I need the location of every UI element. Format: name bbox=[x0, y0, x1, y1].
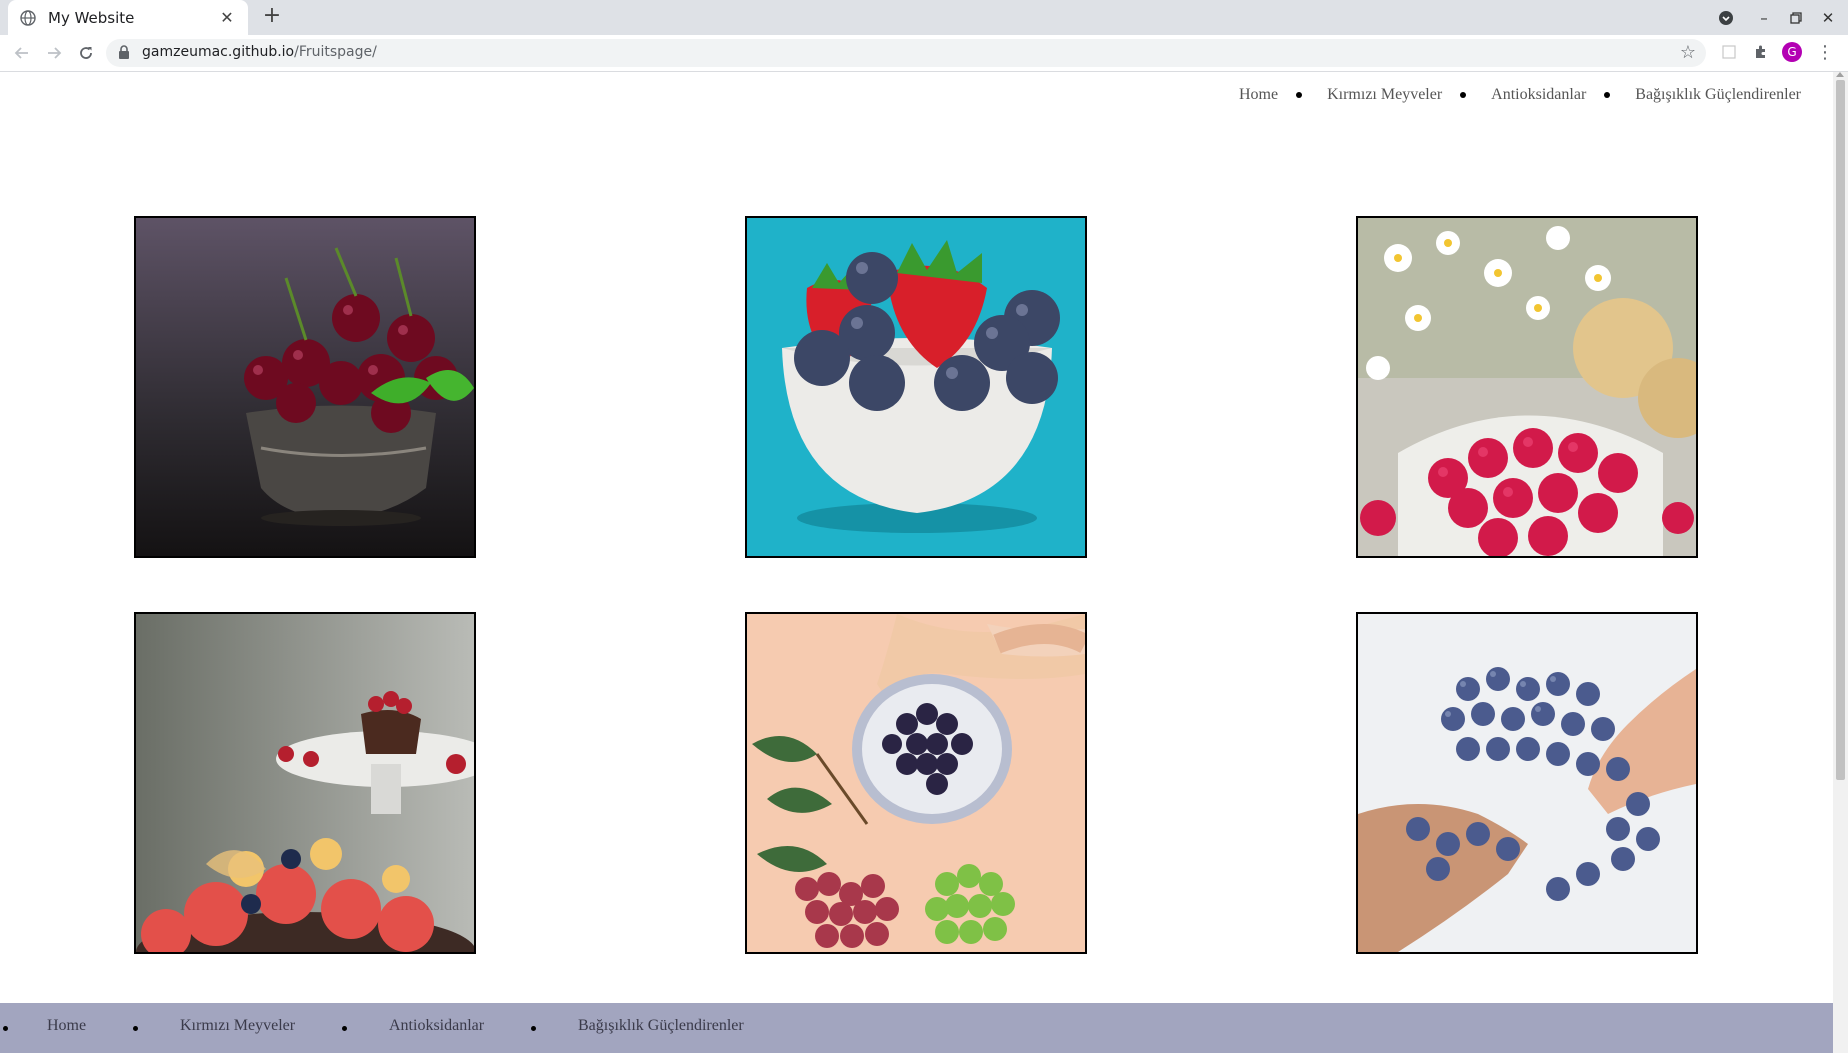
nav-bullet bbox=[1296, 92, 1303, 98]
lock-icon bbox=[119, 45, 129, 59]
nav-item-antioksidanlar[interactable]: Antioksidanlar bbox=[1491, 86, 1586, 104]
nav-item-kirmizi-meyveler[interactable]: Kırmızı Meyveler bbox=[1327, 86, 1442, 104]
back-icon[interactable] bbox=[10, 41, 34, 65]
nav-item-home[interactable]: Home bbox=[1239, 86, 1278, 104]
footer-navigation: Home Kırmızı Meyveler Antioksidanlar Bağ… bbox=[0, 1003, 1833, 1053]
grapes-photo bbox=[745, 612, 1087, 954]
blueberries-hands-photo bbox=[1356, 612, 1698, 954]
close-tab-icon[interactable]: ✕ bbox=[218, 8, 236, 27]
nav-item-bagisiklik[interactable]: Bağışıklık Güçlendirenler bbox=[1635, 86, 1801, 104]
reload-icon[interactable] bbox=[74, 41, 98, 65]
minimize-icon[interactable]: – bbox=[1752, 6, 1776, 30]
bookmark-star-icon[interactable]: ☆ bbox=[1680, 42, 1696, 63]
menu-kebab-icon[interactable]: ⋮ bbox=[1814, 41, 1836, 63]
footer-item-antioksidanlar[interactable]: Antioksidanlar bbox=[389, 1017, 484, 1035]
tab-title: My Website bbox=[48, 8, 135, 27]
extensions-puzzle-icon[interactable] bbox=[1750, 41, 1772, 63]
globe-icon bbox=[20, 9, 36, 26]
scroll-up-arrow-icon[interactable] bbox=[1836, 72, 1844, 77]
raspberries-photo bbox=[1356, 216, 1698, 558]
nav-bullet bbox=[1604, 92, 1611, 98]
footer-bullet bbox=[3, 1026, 8, 1031]
tab-search-icon[interactable] bbox=[1714, 6, 1738, 30]
footer-bullet bbox=[531, 1026, 536, 1031]
restore-icon[interactable] bbox=[1784, 6, 1808, 30]
footer-item-home[interactable]: Home bbox=[47, 1017, 86, 1035]
url-text: gamzeumac.github.io/Fruitspage/ bbox=[142, 44, 377, 60]
browser-tab[interactable]: My Website ✕ bbox=[8, 0, 248, 35]
close-window-icon[interactable]: ✕ bbox=[1816, 6, 1840, 30]
new-tab-button[interactable]: + bbox=[260, 5, 284, 29]
cherries-photo bbox=[134, 216, 476, 558]
browser-toolbar: gamzeumac.github.io/Fruitspage/ ☆ G ⋮ bbox=[0, 35, 1848, 72]
page-scrollbar[interactable] bbox=[1833, 72, 1848, 1053]
footer-item-bagisiklik[interactable]: Bağışıklık Güçlendirenler bbox=[578, 1017, 744, 1035]
fruit-bowl-photo bbox=[134, 612, 476, 954]
footer-bullet bbox=[342, 1026, 347, 1031]
top-navigation: Home Kırmızı Meyveler Antioksidanlar Bağ… bbox=[1239, 86, 1801, 104]
nav-bullet bbox=[1460, 92, 1467, 98]
footer-bullet bbox=[133, 1026, 138, 1031]
footer-item-kirmizi-meyveler[interactable]: Kırmızı Meyveler bbox=[180, 1017, 295, 1035]
browser-tab-bar: My Website ✕ + – ✕ bbox=[0, 0, 1848, 35]
scrollbar-thumb[interactable] bbox=[1836, 80, 1845, 780]
profile-avatar[interactable]: G bbox=[1782, 42, 1802, 62]
address-bar[interactable]: gamzeumac.github.io/Fruitspage/ ☆ bbox=[106, 39, 1706, 67]
strawberries-blueberries-photo bbox=[745, 216, 1087, 558]
extension-placeholder-icon[interactable] bbox=[1718, 41, 1740, 63]
forward-icon[interactable] bbox=[42, 41, 66, 65]
page-content: Home Kırmızı Meyveler Antioksidanlar Bağ… bbox=[0, 72, 1833, 1053]
